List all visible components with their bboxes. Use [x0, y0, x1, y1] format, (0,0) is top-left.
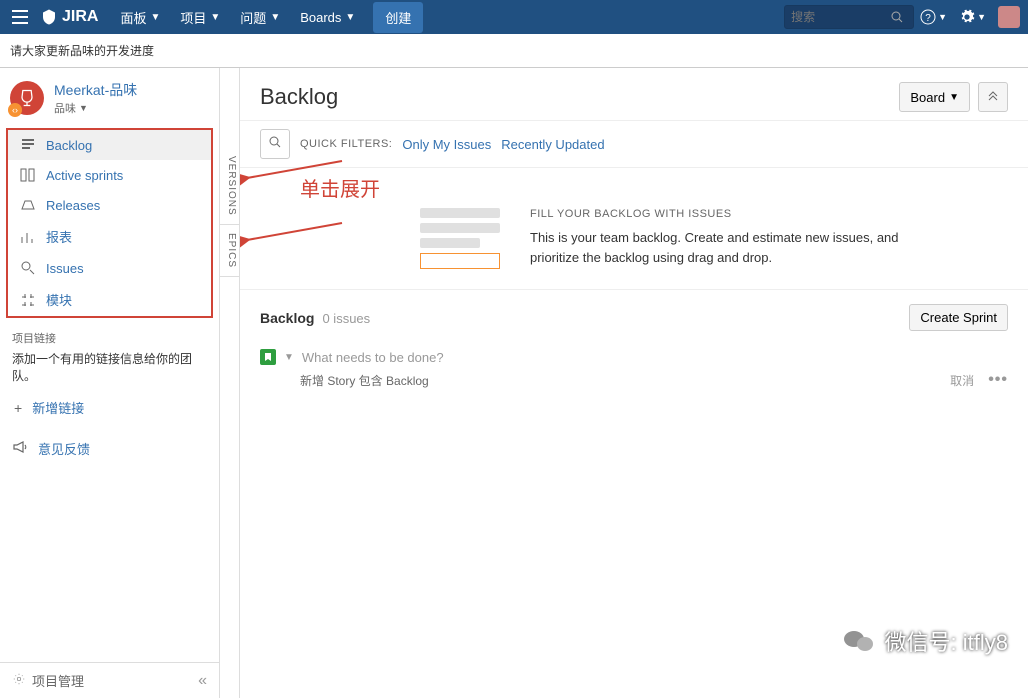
- main-content: Backlog Board▼ QUICK FILTERS: Only My Is…: [240, 68, 1028, 698]
- top-nav: JIRA 面板▼ 项目▼ 问题▼ Boards▼ 创建 ?▼ ▼: [0, 0, 1028, 34]
- sidebar-item-active-sprints[interactable]: Active sprints: [8, 160, 211, 190]
- story-icon[interactable]: [260, 349, 276, 365]
- wechat-icon: [841, 626, 877, 656]
- project-sidebar: ‹› Meerkat-品味 品味▼ Backlog Active sprints…: [0, 68, 220, 698]
- epics-panel-tab[interactable]: EPICS: [220, 225, 239, 277]
- issue-type-dropdown[interactable]: ▼: [284, 352, 294, 363]
- sidebar-item-reports[interactable]: 报表: [8, 220, 211, 253]
- announcement-banner: 请大家更新品味的开发进度: [0, 34, 1028, 68]
- nav-boards[interactable]: Boards▼: [290, 0, 365, 34]
- logo-text: JIRA: [62, 8, 98, 26]
- project-type-selector[interactable]: 品味▼: [54, 100, 137, 116]
- empty-state-title: FILL YOUR BACKLOG WITH ISSUES: [530, 208, 910, 220]
- create-sprint-button[interactable]: Create Sprint: [909, 304, 1008, 331]
- sidebar-nav-highlight: Backlog Active sprints Releases 报表 Issue…: [6, 128, 213, 318]
- reports-icon: [18, 229, 38, 245]
- project-avatar: ‹›: [10, 81, 44, 115]
- plus-icon: +: [14, 400, 22, 416]
- settings-icon[interactable]: ▼: [959, 9, 986, 25]
- nav-projects[interactable]: 项目▼: [170, 0, 230, 34]
- filter-search-button[interactable]: [260, 129, 290, 159]
- create-button[interactable]: 创建: [373, 2, 423, 33]
- add-link-button[interactable]: + 新增链接: [12, 392, 207, 423]
- create-issue-hint: 新增 Story 包含 Backlog: [260, 372, 429, 389]
- project-links-section: 项目链接 添加一个有用的链接信息给你的团队。 + 新增链接: [0, 324, 219, 429]
- sprints-icon: [18, 167, 38, 183]
- chevron-up-icon: [987, 89, 999, 101]
- filter-only-my-issues[interactable]: Only My Issues: [402, 137, 491, 152]
- sidebar-item-components[interactable]: 模块: [8, 283, 211, 316]
- nav-issues[interactable]: 问题▼: [230, 0, 290, 34]
- links-title: 项目链接: [12, 330, 207, 346]
- feedback-link[interactable]: 意见反馈: [0, 429, 219, 468]
- links-description: 添加一个有用的链接信息给你的团队。: [12, 350, 207, 384]
- sidebar-footer: 项目管理 «: [0, 662, 219, 698]
- collapse-sidebar-button[interactable]: «: [198, 672, 207, 690]
- project-name[interactable]: Meerkat-品味: [54, 80, 137, 100]
- gear-icon: [12, 672, 26, 689]
- backlog-icon: [18, 137, 38, 153]
- search-input[interactable]: [791, 10, 891, 24]
- inline-create-issue[interactable]: ▼ What needs to be done?: [260, 343, 1008, 371]
- empty-state-description: This is your team backlog. Create and es…: [530, 228, 910, 267]
- nav-dashboards[interactable]: 面板▼: [110, 0, 170, 34]
- backlog-empty-state: 单击展开 FILL YOUR BACKLOG WITH ISSUES This …: [240, 168, 1028, 290]
- svg-text:?: ?: [925, 13, 931, 24]
- cancel-link[interactable]: 取消: [950, 372, 974, 389]
- backlog-section: Backlog 0 issues Create Sprint ▼ What ne…: [240, 290, 1028, 403]
- releases-icon: [18, 197, 38, 213]
- jira-logo[interactable]: JIRA: [40, 8, 98, 26]
- project-type-badge: ‹›: [8, 103, 22, 117]
- versions-panel-tab[interactable]: VERSIONS: [220, 148, 239, 225]
- sidebar-item-issues[interactable]: Issues: [8, 253, 211, 283]
- annotation-text: 单击展开: [300, 173, 380, 202]
- side-panels: VERSIONS EPICS: [220, 68, 240, 698]
- global-search[interactable]: [784, 5, 914, 29]
- annotation-arrow: [240, 218, 352, 248]
- page-header: Backlog Board▼: [240, 68, 1028, 121]
- components-icon: [18, 292, 38, 308]
- search-icon: [269, 136, 281, 148]
- empty-state-illustration: [420, 208, 500, 269]
- sidebar-item-releases[interactable]: Releases: [8, 190, 211, 220]
- quick-filters-bar: QUICK FILTERS: Only My Issues Recently U…: [240, 121, 1028, 168]
- filter-recently-updated[interactable]: Recently Updated: [501, 137, 604, 152]
- help-icon[interactable]: ?▼: [920, 9, 947, 25]
- backlog-issue-count: 0 issues: [322, 311, 370, 326]
- page-title: Backlog: [260, 84, 338, 110]
- backlog-heading: Backlog: [260, 310, 314, 326]
- sidebar-item-backlog[interactable]: Backlog: [8, 130, 211, 160]
- megaphone-icon: [12, 439, 28, 458]
- project-header[interactable]: ‹› Meerkat-品味 品味▼: [0, 68, 219, 128]
- user-avatar[interactable]: [998, 6, 1020, 28]
- project-settings-link[interactable]: 项目管理: [12, 671, 84, 690]
- issues-icon: [18, 260, 38, 276]
- expand-to-top-button[interactable]: [978, 82, 1008, 112]
- create-issue-input[interactable]: What needs to be done?: [302, 350, 1008, 365]
- quick-filters-label: QUICK FILTERS:: [300, 138, 392, 150]
- search-icon: [891, 11, 903, 23]
- watermark: 微信号: itfly8: [841, 625, 1008, 657]
- board-dropdown[interactable]: Board▼: [899, 82, 970, 112]
- menu-icon[interactable]: [8, 6, 32, 28]
- more-actions-button[interactable]: •••: [988, 371, 1008, 389]
